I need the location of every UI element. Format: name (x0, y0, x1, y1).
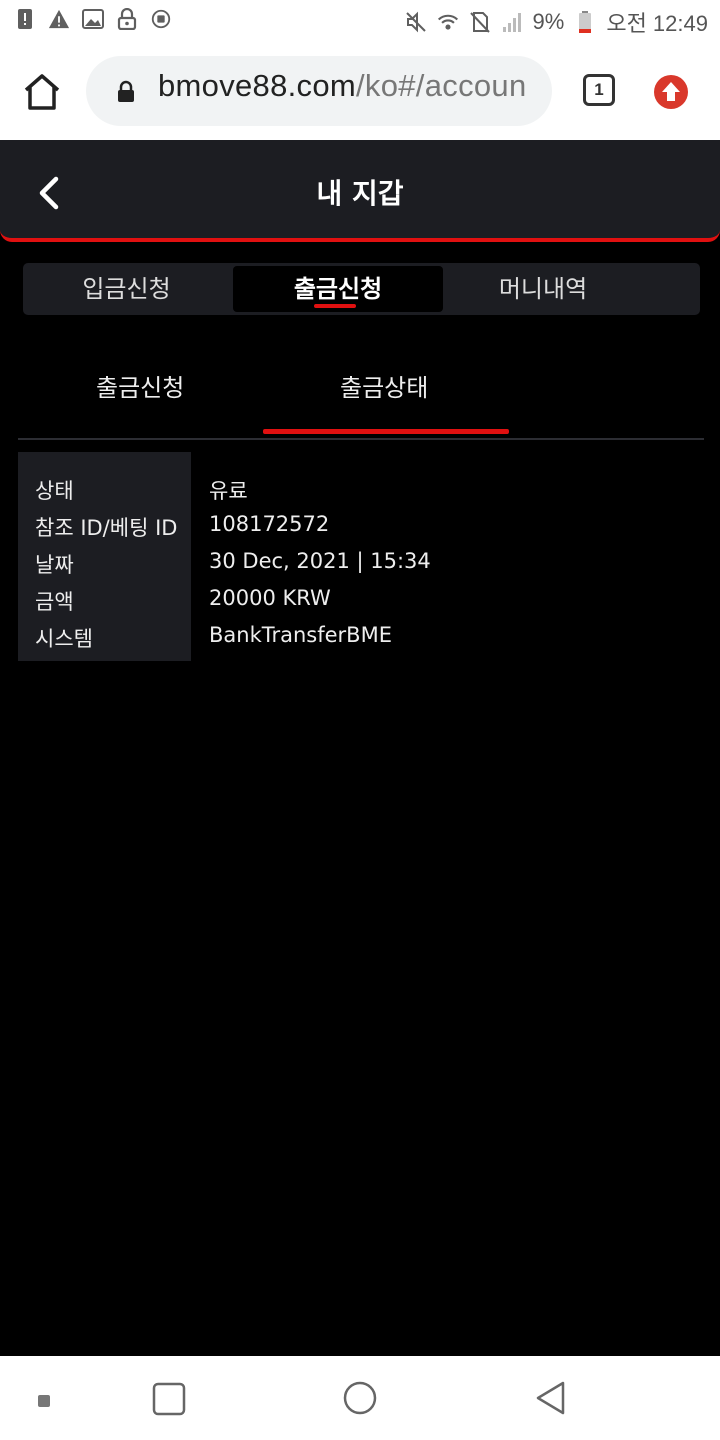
detail-label: 참조 ID/베팅 ID (35, 516, 178, 540)
tab-withdrawal-request[interactable]: 출금신청 (233, 266, 443, 312)
detail-row-date: 날짜 30 Dec, 2021 | 15:34 (18, 543, 704, 580)
alert-icon (14, 8, 36, 30)
detail-value: 108172572 (209, 512, 330, 536)
no-sim-icon (469, 11, 491, 33)
tab-switcher-button[interactable]: 1 (583, 74, 615, 106)
wifi-icon (437, 11, 459, 33)
status-bar-left (14, 8, 172, 30)
app-header: 내 지갑 (0, 140, 720, 242)
detail-value: 20000 KRW (209, 586, 331, 610)
url-domain: bmove88.com (158, 68, 357, 103)
detail-label: 금액 (35, 590, 74, 614)
home-button[interactable] (20, 72, 64, 112)
browser-toolbar: bmove88.com/ko#/accoun 1 (0, 42, 720, 140)
tab-deposit-request[interactable]: 입금신청 (23, 266, 230, 312)
sync-icon (150, 8, 172, 30)
battery-percent: 9% (532, 9, 565, 34)
update-button[interactable] (654, 75, 688, 109)
back-nav-button[interactable] (534, 1380, 568, 1416)
detail-row-amount: 금액 20000 KRW (18, 580, 704, 617)
back-triangle-icon (536, 1381, 565, 1415)
status-bar-right: 9% 오전 12:49 (405, 6, 708, 38)
home-circle-icon (343, 1381, 377, 1415)
detail-row-system: 시스템 BankTransferBME (18, 617, 704, 654)
active-subtab-indicator (263, 429, 509, 434)
menu-button[interactable] (38, 1392, 50, 1407)
recent-apps-icon (152, 1382, 186, 1416)
wallet-tabs: 입금신청 출금신청 머니내역 (23, 263, 700, 315)
home-nav-button[interactable] (342, 1380, 378, 1416)
image-icon (82, 8, 104, 30)
detail-row-status: 상태 유료 (18, 469, 704, 506)
subtab-withdrawal-request[interactable]: 출금신청 (96, 368, 184, 403)
arrow-up-icon (662, 82, 680, 101)
tab-withdrawal-request-label: 출금신청 (293, 275, 383, 303)
detail-label: 상태 (35, 479, 74, 503)
warning-icon (48, 8, 70, 30)
home-icon (24, 74, 60, 110)
page-title: 내 지갑 (316, 177, 404, 210)
detail-label: 시스템 (35, 627, 93, 651)
detail-value: 30 Dec, 2021 | 15:34 (209, 549, 431, 573)
signal-icon (501, 11, 523, 33)
withdrawal-sub-tabs: 출금신청 출금상태 (18, 344, 704, 440)
detail-label: 날짜 (35, 553, 74, 577)
system-nav-bar (0, 1356, 720, 1440)
detail-value: BankTransferBME (209, 623, 392, 647)
status-time: 오전 12:49 (606, 11, 708, 36)
lock-icon (116, 8, 138, 30)
battery-low-icon (574, 11, 596, 33)
lock-icon (118, 80, 134, 102)
status-bar: 9% 오전 12:49 (0, 0, 720, 42)
address-bar[interactable]: bmove88.com/ko#/accoun (86, 56, 552, 126)
url-path: /ko#/accoun (356, 68, 527, 103)
active-tab-indicator (314, 304, 356, 308)
tab-money-history[interactable]: 머니내역 (443, 266, 643, 312)
subtab-withdrawal-status[interactable]: 출금상태 (340, 368, 428, 403)
detail-row-reference-id: 참조 ID/베팅 ID 108172572 (18, 506, 704, 543)
recent-apps-button[interactable] (152, 1382, 186, 1416)
square-dot-icon (38, 1395, 50, 1407)
url-text: bmove88.com/ko#/accoun (158, 68, 527, 104)
mute-icon (405, 11, 427, 33)
detail-value: 유료 (209, 479, 248, 503)
